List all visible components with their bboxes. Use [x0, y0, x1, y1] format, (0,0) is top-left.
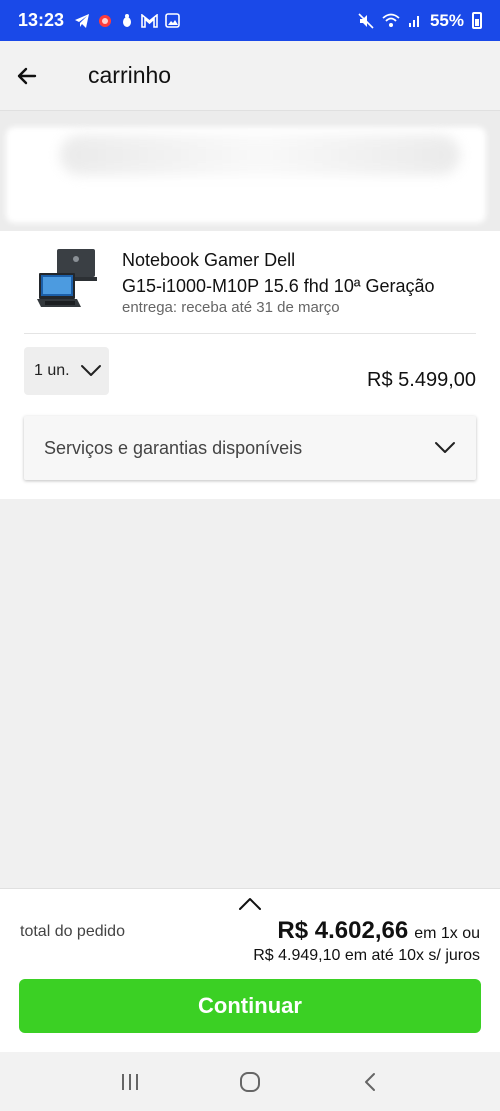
total-condition: em 1x ou [414, 925, 480, 942]
product-name-line1: Notebook Gamer Dell [122, 250, 296, 270]
back-button[interactable] [0, 49, 54, 103]
home-button[interactable] [230, 1062, 270, 1102]
gallery-icon [165, 13, 180, 28]
wifi-icon [382, 13, 400, 27]
chevron-up-icon [239, 898, 261, 910]
product-name-line2: G15-i1000-M10P 15.6 fhd 10ª Geração [122, 276, 435, 296]
home-icon [240, 1071, 260, 1092]
installments-info: R$ 4.949,10 em até 10x s/ juros [253, 947, 480, 964]
continue-button[interactable]: Continuar [19, 979, 481, 1033]
cart-item-card: Notebook Gamer Dell G15-i1000-M10P 15.6 … [0, 231, 500, 499]
chevron-down-icon [435, 442, 455, 453]
promo-banner[interactable] [0, 111, 500, 231]
back-icon [365, 1072, 375, 1091]
order-summary: total do pedido R$ 4.602,66 em 1x ou R$ … [0, 888, 500, 1052]
alert-icon [99, 14, 112, 27]
services-dropdown[interactable]: Serviços e garantias disponíveis [24, 416, 476, 480]
telegram-icon [75, 13, 90, 28]
status-bar: 13:23 55% [0, 0, 500, 41]
total-label: total do pedido [20, 923, 125, 940]
mute-icon [358, 12, 374, 29]
battery-percent: 55% [429, 10, 464, 30]
gmail-icon [141, 13, 158, 28]
status-time: 13:23 [18, 10, 65, 30]
product-price: R$ 5.499,00 [367, 369, 476, 391]
system-icons: 55% [358, 11, 482, 31]
notification-icons [74, 13, 180, 29]
page-title: carrinho [88, 62, 172, 88]
recent-apps-icon [122, 1073, 138, 1090]
nav-back-button[interactable] [350, 1062, 390, 1102]
divider [24, 333, 476, 334]
system-nav-bar [0, 1052, 500, 1111]
expand-summary-button[interactable] [235, 893, 265, 915]
recent-apps-button[interactable] [110, 1062, 150, 1102]
app-bar: carrinho [0, 41, 500, 111]
bug-icon [123, 13, 132, 27]
quantity-select[interactable]: 1 un. [24, 347, 109, 395]
chevron-down-icon [80, 365, 101, 376]
battery-icon [472, 12, 482, 29]
services-label: Serviços e garantias disponíveis [44, 437, 303, 458]
product-name[interactable]: Notebook Gamer Dell G15-i1000-M10P 15.6 … [122, 247, 452, 299]
total-amount: R$ 4.602,66 [277, 917, 409, 944]
delivery-info: entrega: receba até 31 de março [122, 299, 340, 316]
signal-icon [408, 16, 419, 27]
laptop-icon [37, 249, 97, 307]
arrow-left-icon [17, 67, 37, 84]
quantity-value: 1 un. [34, 362, 70, 379]
banner-highlight [60, 135, 460, 175]
total-price: R$ 4.602,66 em 1x ou [277, 917, 480, 945]
product-image[interactable] [35, 247, 97, 311]
